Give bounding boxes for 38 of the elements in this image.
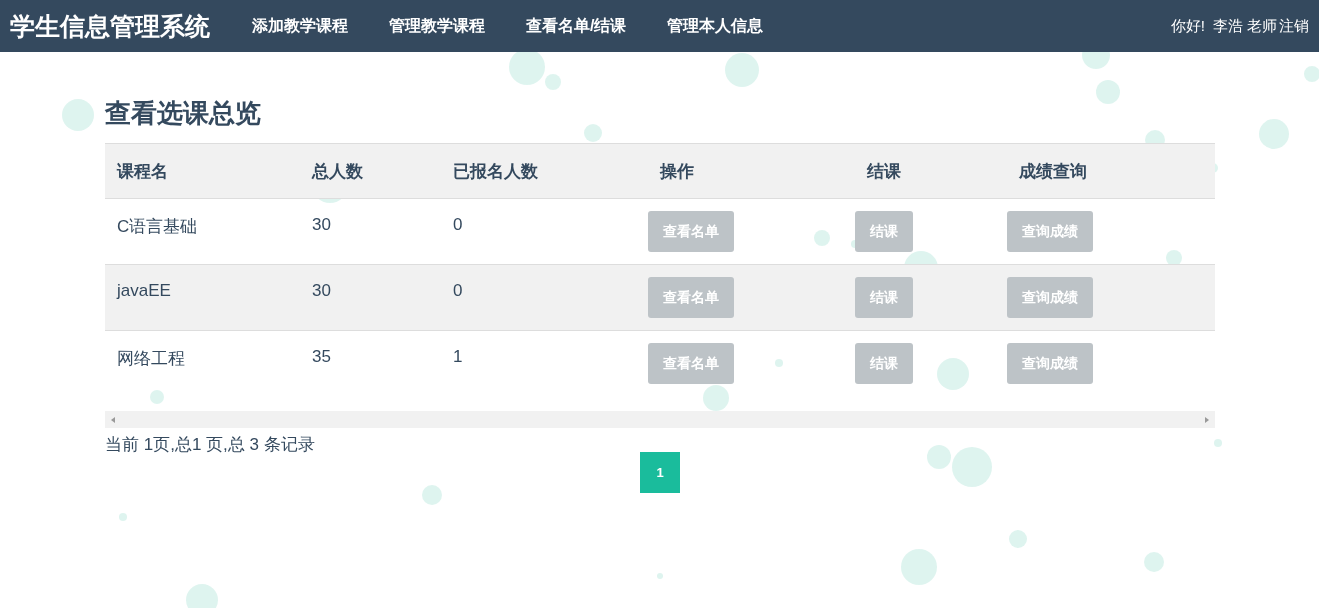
action-button[interactable]: 结课 — [855, 343, 913, 384]
column-header: 成绩查询 — [1018, 160, 1088, 183]
column-header: 课程名 — [115, 160, 169, 183]
table-cell-text: 0 — [452, 214, 464, 236]
action-button[interactable]: 查看名单 — [648, 343, 734, 384]
action-button[interactable]: 查询成绩 — [1007, 211, 1093, 252]
scroll-left-icon[interactable] — [110, 415, 116, 424]
table-cell-text: C语言基础 — [116, 216, 199, 238]
nav-link[interactable]: 管理本人信息 — [667, 15, 764, 37]
record-summary: 当前 1页,总1 页,总 3 条记录 — [105, 434, 316, 456]
table-cell-text: 30 — [311, 280, 332, 302]
column-header: 已报名人数 — [452, 160, 539, 183]
page-title: 查看选课总览 — [105, 97, 262, 130]
scroll-right-icon[interactable] — [1204, 415, 1210, 424]
table-cell-text: 网络工程 — [116, 348, 186, 370]
table-cell-text: 30 — [311, 214, 332, 236]
action-button[interactable]: 结课 — [855, 277, 913, 318]
column-header: 操作 — [658, 160, 695, 183]
action-button[interactable]: 查询成绩 — [1007, 343, 1093, 384]
column-header: 结课 — [866, 160, 902, 183]
nav-link[interactable]: 管理教学课程 — [389, 15, 485, 37]
table-cell-text: 0 — [452, 280, 464, 302]
greeting-text: 你好! — [1170, 16, 1205, 36]
logout-link[interactable]: 注销 — [1279, 16, 1309, 36]
action-button[interactable]: 查看名单 — [648, 211, 734, 252]
user-name: 李浩 老师 — [1212, 16, 1277, 36]
action-button[interactable]: 查询成绩 — [1007, 277, 1093, 318]
action-button[interactable]: 结课 — [855, 211, 913, 252]
nav-link[interactable]: 添加教学课程 — [252, 15, 348, 37]
brand-title: 学生信息管理系统 — [10, 10, 210, 42]
table-cell-text: javaEE — [115, 280, 172, 302]
action-button[interactable]: 查看名单 — [648, 277, 734, 318]
table-cell-text: 1 — [452, 346, 464, 368]
horizontal-scrollbar[interactable] — [105, 411, 1215, 428]
nav-link[interactable]: 查看名单/结课 — [526, 15, 627, 37]
page-button[interactable]: 1 — [640, 452, 680, 493]
table-cell-text: 35 — [311, 346, 332, 368]
column-header: 总人数 — [310, 160, 364, 183]
